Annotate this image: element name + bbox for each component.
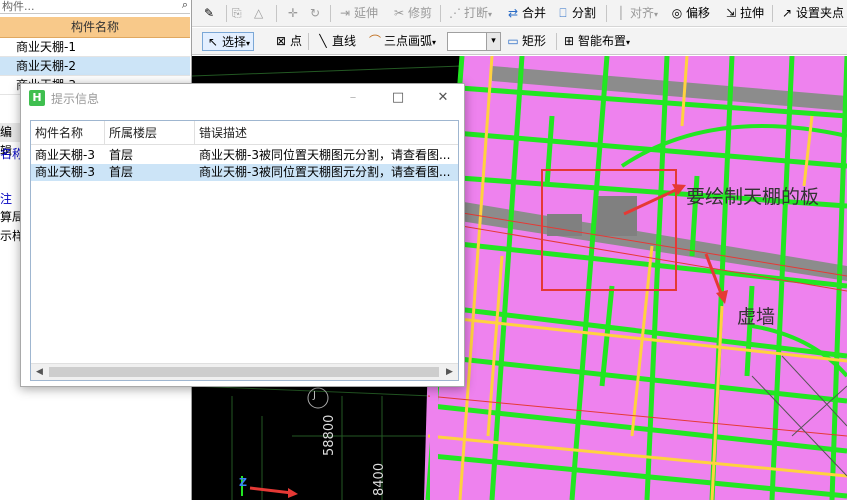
- line-button[interactable]: ╲ 直线: [316, 32, 356, 51]
- merge-button[interactable]: ⇄ 合并: [506, 4, 546, 23]
- rectangle-button[interactable]: ▭ 矩形: [506, 32, 546, 51]
- component-search-input[interactable]: 构件... ⌕: [0, 0, 190, 14]
- cell-name: 商业天棚-3: [35, 165, 95, 179]
- component-item[interactable]: 商业天棚-2: [0, 57, 190, 76]
- maximize-button[interactable]: □: [386, 88, 410, 108]
- dimension-label: 8400: [372, 462, 387, 496]
- table-row[interactable]: 商业天棚-3 首层 商业天棚-3被同位置天棚图元分割，请查看图...: [31, 147, 458, 164]
- annotation-text-wall: 虚墙: [737, 306, 776, 328]
- copy-icon[interactable]: ⎘: [232, 4, 242, 23]
- align-button[interactable]: │ 对齐▾: [614, 4, 658, 23]
- point-button[interactable]: ⊠ 点: [274, 32, 302, 51]
- draw-toolbar: ↖ 选择▾ ⊠ 点 ╲ 直线 ⌒ 三点画弧▾ ▾ ▭ 矩形 ⊞ 智能布置▾: [192, 28, 847, 55]
- column-header-floor[interactable]: 所属楼层: [105, 121, 195, 145]
- scroll-left-icon[interactable]: ◀: [31, 364, 48, 381]
- app-logo-icon: H: [29, 90, 45, 106]
- arc-option-dropdown[interactable]: ▾: [447, 32, 501, 51]
- move-icon[interactable]: ✛: [288, 4, 298, 23]
- set-grip-button[interactable]: ↗ 设置夹点: [780, 4, 844, 23]
- extend-button[interactable]: ⇥ 延伸: [338, 4, 378, 23]
- table-row[interactable]: 商业天棚-3 首层 商业天棚-3被同位置天棚图元分割，请查看图...: [31, 164, 458, 181]
- dialog-title: 提示信息: [51, 92, 100, 106]
- component-item[interactable]: 商业天棚-1: [0, 38, 190, 57]
- cell-floor: 首层: [109, 148, 134, 162]
- modify-toolbar: ✎ ⎘ △ ✛ ↻ ⇥ 延伸 ✂ 修剪 ⋰ 打断▾ ⇄ 合并 ⎕ 分割 │ 对齐▾ ◎ 偏移 …: [192, 0, 847, 27]
- select-button[interactable]: ↖ 选择▾: [202, 32, 255, 51]
- grid-label: J: [313, 390, 316, 401]
- property-label-note: 注: [0, 192, 13, 206]
- split-button[interactable]: ⎕ 分割: [556, 4, 596, 23]
- brush-icon[interactable]: ✎: [204, 4, 214, 23]
- table-header: 构件名称 所属楼层 错误描述: [31, 121, 458, 145]
- column-header-description[interactable]: 错误描述: [195, 121, 458, 145]
- dialog-titlebar[interactable]: H 提示信息 – □ ✕: [21, 84, 464, 112]
- scroll-right-icon[interactable]: ▶: [441, 364, 458, 381]
- cell-floor: 首层: [109, 165, 134, 179]
- offset-button[interactable]: ◎ 偏移: [670, 4, 710, 23]
- minimize-button[interactable]: –: [341, 88, 365, 108]
- cell-description: 商业天棚-3被同位置天棚图元分割，请查看图...: [199, 148, 451, 162]
- mirror-icon[interactable]: △: [254, 4, 263, 23]
- break-button[interactable]: ⋰ 打断▾: [448, 4, 492, 23]
- cell-name: 商业天棚-3: [35, 148, 95, 162]
- edit-tab[interactable]: 编辑: [0, 123, 20, 158]
- rotate-icon[interactable]: ↻: [310, 4, 320, 23]
- horizontal-scrollbar[interactable]: ◀ ▶: [31, 363, 458, 380]
- search-icon[interactable]: ⌕: [182, 0, 188, 12]
- column-header-name[interactable]: 构件名称: [31, 121, 105, 145]
- cell-description: 商业天棚-3被同位置天棚图元分割，请查看图...: [199, 165, 451, 179]
- smart-layout-button[interactable]: ⊞ 智能布置▾: [562, 32, 630, 51]
- close-button[interactable]: ✕: [431, 88, 455, 108]
- trim-button[interactable]: ✂ 修剪: [392, 4, 432, 23]
- message-dialog: H 提示信息 – □ ✕ 构件名称 所属楼层 错误描述 商业天棚-3 首层 商业…: [20, 83, 465, 387]
- search-placeholder: 构件...: [2, 0, 35, 13]
- chevron-down-icon[interactable]: ▾: [486, 33, 500, 50]
- annotation-text-board: 要绘制天棚的板: [686, 186, 820, 208]
- error-table: 构件名称 所属楼层 错误描述 商业天棚-3 首层 商业天棚-3被同位置天棚图元分…: [30, 120, 459, 381]
- stretch-button[interactable]: ⇲ 拉伸: [724, 4, 764, 23]
- scroll-thumb[interactable]: [49, 367, 439, 377]
- component-name-header: 构件名称: [0, 17, 190, 38]
- arc-button[interactable]: ⌒ 三点画弧▾: [368, 32, 436, 51]
- dimension-label: 58800: [322, 414, 337, 456]
- axis-z-label: Z: [239, 476, 247, 489]
